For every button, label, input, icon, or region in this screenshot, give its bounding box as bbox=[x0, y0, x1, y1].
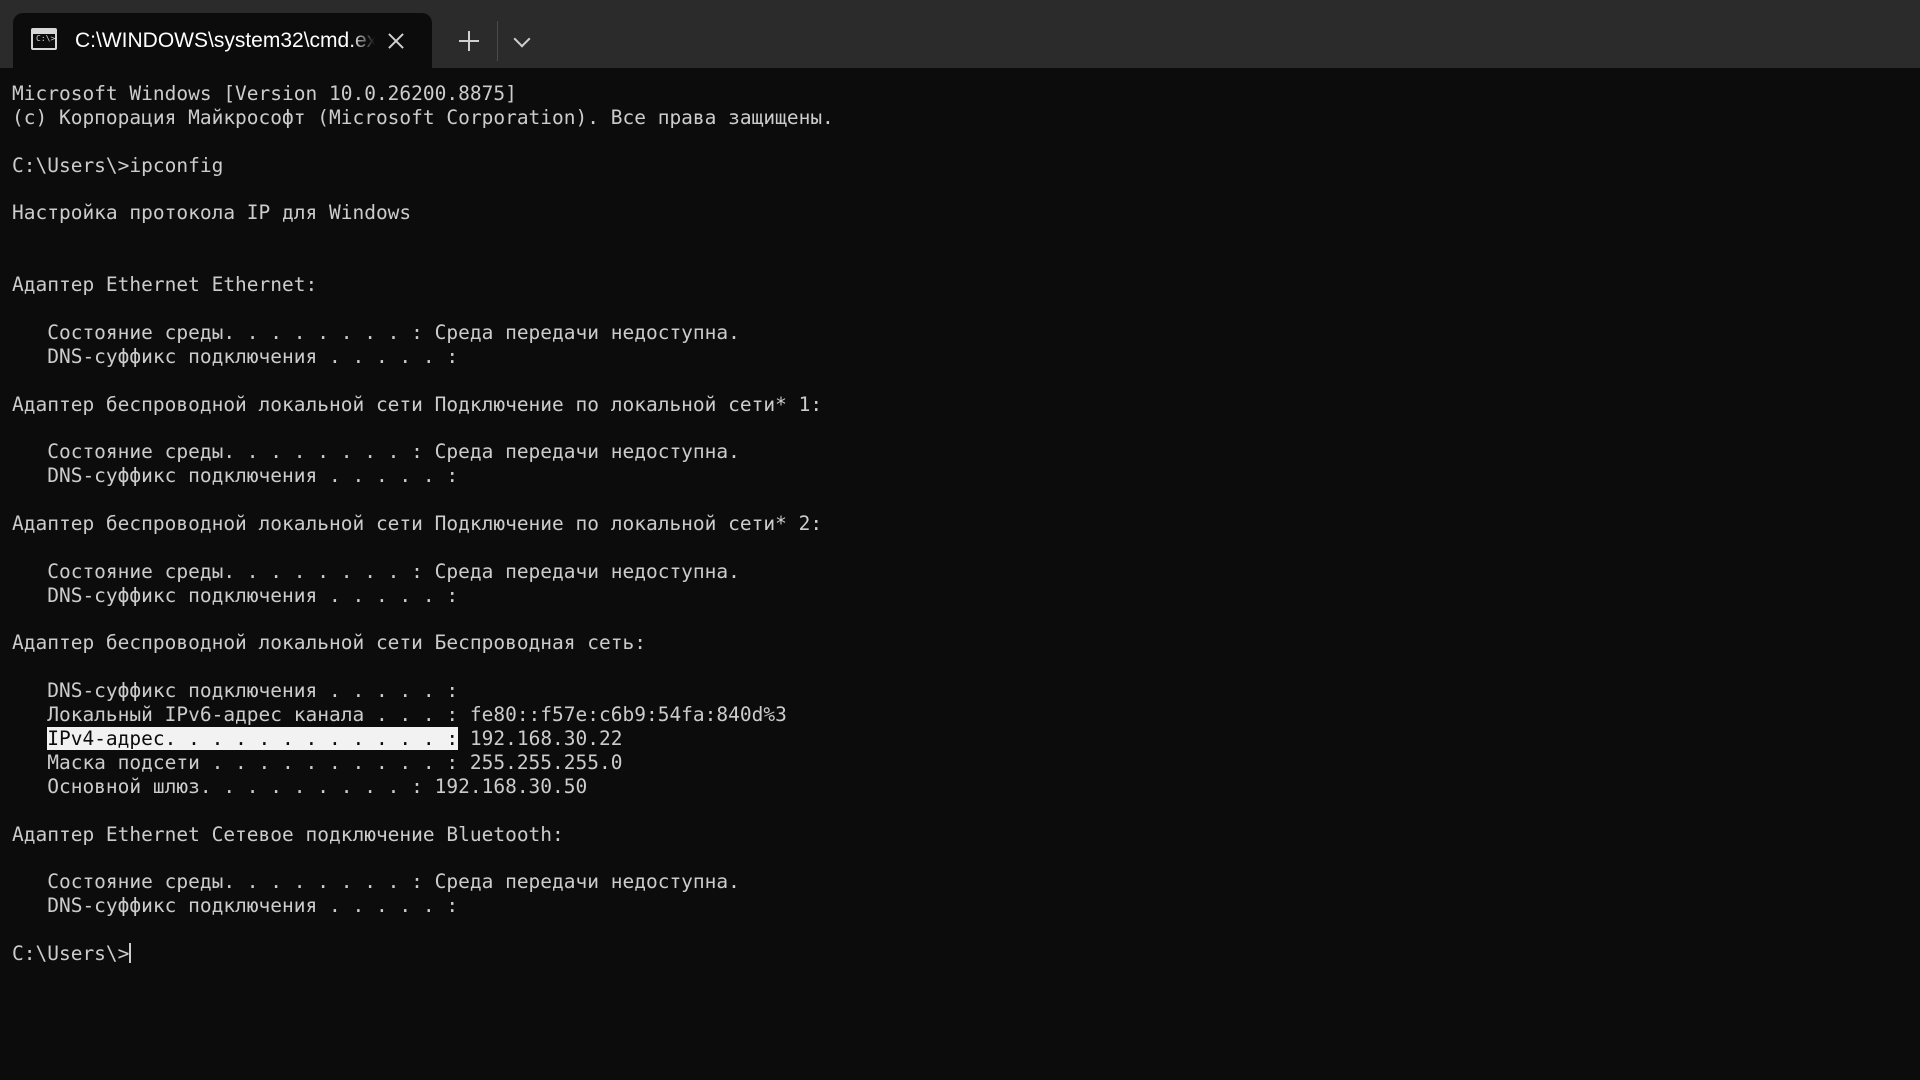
prompt-text: C:\Users\> bbox=[12, 942, 130, 966]
chevron-down-icon[interactable] bbox=[508, 27, 536, 55]
ipv4-address-value: 192.168.30.22 bbox=[458, 727, 623, 751]
command-prompt-line[interactable]: C:\Users\> bbox=[12, 942, 1908, 966]
console-line: Адаптер беспроводной локальной сети Подк… bbox=[12, 392, 823, 416]
console-line: Адаптер беспроводной локальной сети Подк… bbox=[12, 512, 823, 536]
tabbar-divider bbox=[497, 21, 498, 61]
console-line: Основной шлюз. . . . . . . . . : 192.168… bbox=[12, 774, 588, 798]
console-line: DNS-суффикс подключения . . . . . : bbox=[12, 344, 459, 368]
command-prompt-icon-glyph: C:\> bbox=[36, 34, 56, 43]
console-line: DNS-суффикс подключения . . . . . : bbox=[12, 679, 459, 703]
console-line: Состояние среды. . . . . . . . : Среда п… bbox=[12, 320, 740, 344]
console-line: DNS-суффикс подключения . . . . . : bbox=[12, 583, 459, 607]
console-line: Локальный IPv6-адрес канала . . . : fe80… bbox=[12, 703, 787, 727]
console-indent bbox=[12, 727, 47, 750]
console-line: Адаптер Ethernet Сетевое подключение Blu… bbox=[12, 822, 564, 846]
tab-bar: C:\> C:\WINDOWS\system32\cmd.exe bbox=[0, 0, 1920, 68]
console-line: (c) Корпорация Майкрософт (Microsoft Cor… bbox=[12, 105, 834, 129]
command-prompt-icon: C:\> bbox=[31, 28, 57, 50]
console-line: Состояние среды. . . . . . . . : Среда п… bbox=[12, 559, 740, 583]
console-line: DNS-суффикс подключения . . . . . : bbox=[12, 894, 459, 918]
console-line-selected: IPv4-адрес. . . . . . . . . . . . : 192.… bbox=[12, 727, 1908, 751]
console-output[interactable]: Microsoft Windows [Version 10.0.26200.88… bbox=[12, 82, 1908, 1072]
console-line: Адаптер Ethernet Ethernet: bbox=[12, 273, 318, 297]
text-cursor bbox=[129, 943, 132, 964]
terminal-window: C:\> C:\WINDOWS\system32\cmd.exe Microso… bbox=[0, 0, 1920, 1080]
console-line: Состояние среды. . . . . . . . : Среда п… bbox=[12, 870, 740, 894]
text-selection[interactable]: IPv4-адрес. . . . . . . . . . . . : bbox=[47, 727, 459, 751]
console-line: Настройка протокола IP для Windows bbox=[12, 201, 412, 225]
console-line: Microsoft Windows [Version 10.0.26200.88… bbox=[12, 82, 517, 105]
close-icon[interactable] bbox=[383, 28, 409, 54]
console-line: C:\Users\>ipconfig bbox=[12, 153, 224, 177]
console-line: Маска подсети . . . . . . . . . . : 255.… bbox=[12, 750, 623, 774]
console-line: Состояние среды. . . . . . . . : Среда п… bbox=[12, 440, 740, 464]
new-tab-plus-icon[interactable] bbox=[455, 27, 483, 55]
tab-cmd[interactable]: C:\> C:\WINDOWS\system32\cmd.exe bbox=[13, 13, 432, 68]
console-line: Адаптер беспроводной локальной сети Бесп… bbox=[12, 631, 646, 655]
console-line: DNS-суффикс подключения . . . . . : bbox=[12, 464, 459, 488]
tab-title: C:\WINDOWS\system32\cmd.exe bbox=[75, 29, 375, 52]
